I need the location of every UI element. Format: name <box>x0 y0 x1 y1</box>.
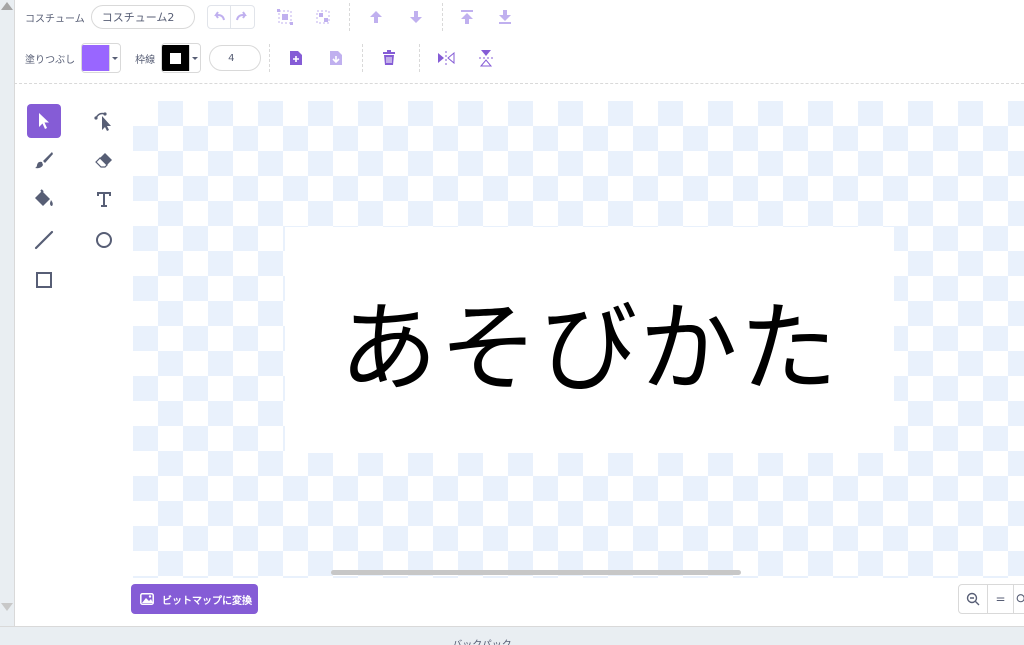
select-tool[interactable] <box>27 104 61 138</box>
zoom-in-icon <box>1016 594 1024 603</box>
eraser-tool[interactable] <box>87 143 121 177</box>
canvas-horizontal-scrollbar[interactable] <box>331 570 741 575</box>
fill-color-picker[interactable] <box>81 43 122 73</box>
divider <box>362 44 364 72</box>
ungroup-button[interactable] <box>311 5 335 29</box>
redo-icon <box>236 11 248 21</box>
costume-label: コスチューム <box>25 13 85 25</box>
undo-button[interactable] <box>206 5 231 29</box>
zoom-reset-button[interactable]: = <box>988 584 1014 614</box>
toolbar-divider <box>14 83 1024 84</box>
copy-icon <box>290 51 303 65</box>
circle-icon <box>96 232 112 248</box>
backward-icon <box>409 11 422 23</box>
group-button[interactable] <box>273 5 297 29</box>
forward-icon <box>369 11 382 23</box>
fill-label: 塗りつぶし <box>25 54 76 66</box>
zoom-out-icon <box>966 592 980 606</box>
rectangle-icon <box>36 272 52 288</box>
divider <box>269 44 271 72</box>
chevron-down-icon[interactable] <box>109 45 121 71</box>
costume-name-input[interactable]: コスチューム2 <box>90 5 195 29</box>
flip-vertical-button[interactable] <box>474 46 498 70</box>
eraser-icon <box>95 153 112 168</box>
paint-bucket-icon <box>35 189 53 206</box>
front-button[interactable] <box>455 5 479 29</box>
front-icon <box>460 10 473 24</box>
group-icon <box>276 9 293 25</box>
text-icon <box>97 192 111 207</box>
redo-button[interactable] <box>230 5 255 29</box>
rectangle-tool[interactable] <box>27 263 61 297</box>
paste-icon <box>330 51 343 65</box>
paste-button[interactable] <box>324 46 348 70</box>
zoom-in-button[interactable] <box>1014 584 1024 614</box>
chevron-down-icon[interactable] <box>189 45 201 71</box>
convert-to-bitmap-button[interactable]: ビットマップに変換 <box>131 584 258 614</box>
fill-swatch[interactable] <box>82 45 110 71</box>
outline-color-picker[interactable] <box>161 43 202 73</box>
convert-to-bitmap-label: ビットマップに変換 <box>162 595 252 607</box>
zoom-out-button[interactable] <box>958 584 988 614</box>
brush-tool[interactable] <box>27 143 61 177</box>
image-icon <box>140 593 154 605</box>
reshape-icon <box>94 112 111 131</box>
scroll-up-icon[interactable] <box>1 2 13 10</box>
text-tool[interactable] <box>87 182 121 216</box>
backward-button[interactable] <box>404 5 428 29</box>
reshape-tool[interactable] <box>87 104 121 138</box>
outline-swatch[interactable] <box>162 45 190 71</box>
toolbar-row-1: コスチューム コスチューム2 <box>14 0 1024 34</box>
arrow-pointer-icon <box>39 113 49 129</box>
flip-vertical-icon <box>479 50 494 67</box>
divider <box>419 44 421 72</box>
flip-horizontal-button[interactable] <box>434 46 458 70</box>
flip-horizontal-icon <box>438 51 455 65</box>
fill-tool[interactable] <box>27 182 61 216</box>
back-icon <box>498 10 511 24</box>
trash-icon <box>383 50 396 65</box>
copy-button[interactable] <box>284 46 308 70</box>
canvas-text[interactable]: あそびかた <box>285 227 894 453</box>
toolbar-row-2: 塗りつぶし 枠線 4 <box>14 36 1024 80</box>
back-button[interactable] <box>493 5 517 29</box>
scroll-down-icon[interactable] <box>1 603 13 611</box>
outline-label: 枠線 <box>135 54 156 66</box>
delete-button[interactable] <box>377 46 401 70</box>
divider <box>348 3 350 31</box>
line-tool[interactable] <box>27 223 61 257</box>
divider <box>441 3 443 31</box>
forward-button[interactable] <box>364 5 388 29</box>
circle-tool[interactable] <box>87 223 121 257</box>
sidebar-scrollbar[interactable] <box>0 0 15 626</box>
brush-icon <box>35 152 53 169</box>
ungroup-icon <box>316 10 330 24</box>
undo-icon <box>213 11 225 21</box>
line-icon <box>34 230 54 250</box>
backpack-bar[interactable]: バックパック <box>0 626 1024 645</box>
outline-width-input[interactable]: 4 <box>209 45 262 71</box>
